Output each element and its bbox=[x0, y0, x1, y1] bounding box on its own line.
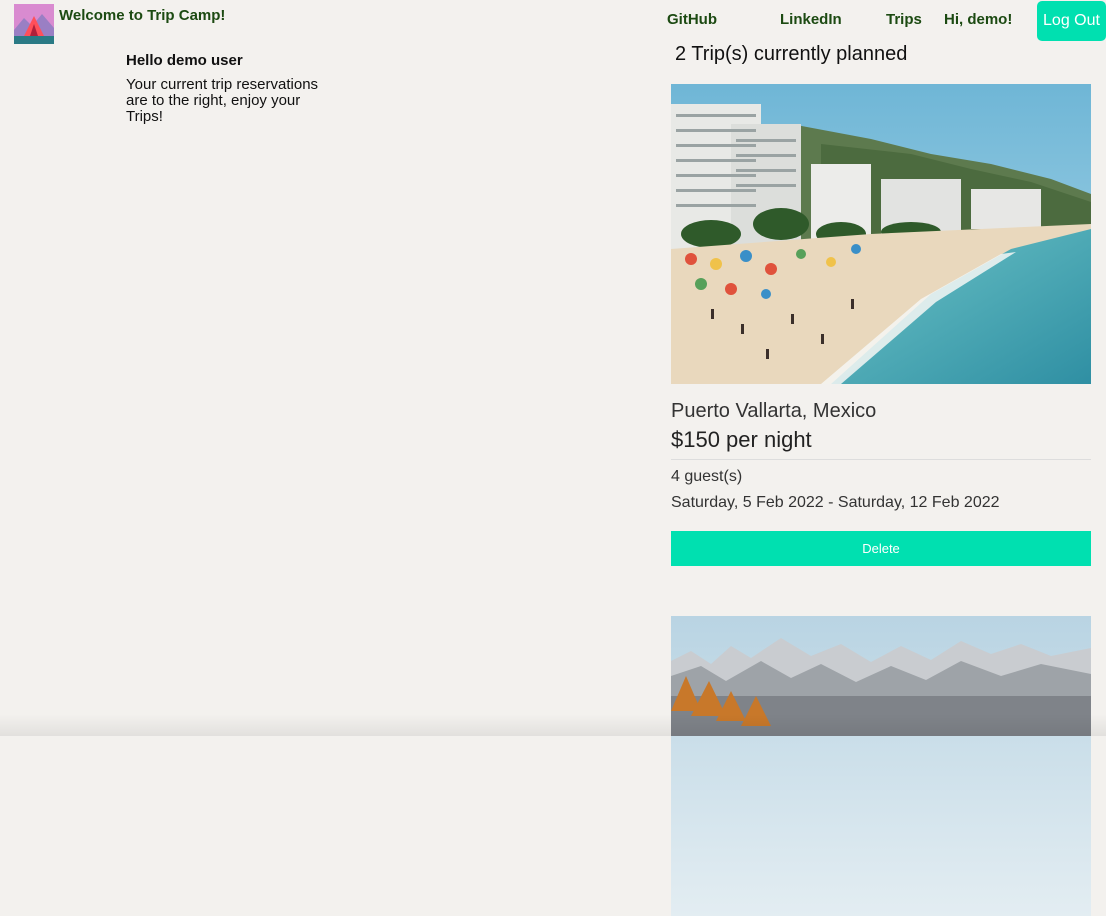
greeting-message: Your current trip reservations are to th… bbox=[126, 76, 319, 125]
nav-link-linkedin[interactable]: LinkedIn bbox=[780, 11, 842, 28]
greeting-title: Hello demo user bbox=[126, 52, 243, 69]
greeting-panel: Hello demo user Your current trip reserv… bbox=[126, 52, 341, 125]
trip-dates: Saturday, 5 Feb 2022 - Saturday, 12 Feb … bbox=[671, 494, 1000, 511]
site-title: Welcome to Trip Camp! bbox=[59, 7, 226, 24]
trip-price: $150 per night bbox=[671, 427, 1091, 460]
trip-card bbox=[671, 616, 1091, 916]
trip-location: Puerto Vallarta, Mexico bbox=[671, 400, 877, 422]
delete-trip-button[interactable]: Delete bbox=[671, 531, 1091, 566]
trip-image-beach bbox=[671, 84, 1091, 384]
logout-button[interactable]: Log Out bbox=[1037, 1, 1106, 41]
trips-count: 2 Trip(s) currently planned bbox=[675, 43, 908, 65]
trip-guests: 4 guest(s) bbox=[671, 468, 743, 485]
nav-link-trips[interactable]: Trips bbox=[886, 11, 922, 28]
trip-image-mountains bbox=[671, 616, 1091, 916]
camp-tent-logo-icon bbox=[14, 4, 54, 44]
nav-link-github[interactable]: GitHub bbox=[667, 11, 717, 28]
user-greeting: Hi, demo! bbox=[944, 11, 1013, 28]
trip-card: Puerto Vallarta, Mexico $150 per night 4… bbox=[671, 84, 1091, 566]
site-logo[interactable] bbox=[14, 4, 54, 44]
